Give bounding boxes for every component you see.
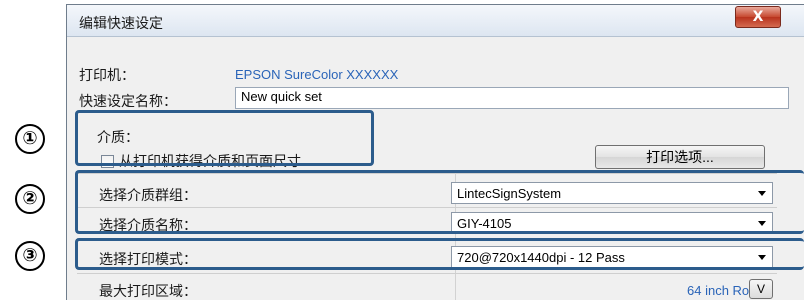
- highlight-box-1: [75, 110, 374, 166]
- highlight-box-3: [75, 238, 804, 270]
- quick-set-name-label: 快速设定名称：: [79, 93, 177, 109]
- max-print-area-expand-button[interactable]: V: [749, 279, 773, 299]
- max-print-area-value: 64 inch Roll: [687, 283, 755, 298]
- row-divider: [77, 273, 777, 274]
- dialog-title: 编辑快速设定: [79, 15, 163, 31]
- printer-label: 打印机：: [79, 67, 135, 83]
- callout-3: ③: [15, 241, 45, 271]
- callout-2: ②: [15, 184, 45, 214]
- close-button[interactable]: X: [735, 6, 781, 28]
- printer-value: EPSON SureColor XXXXXX: [235, 67, 399, 82]
- highlight-box-2: [75, 170, 804, 234]
- quick-set-name-input[interactable]: New quick set: [235, 87, 789, 109]
- max-print-area-label: 最大打印区域：: [99, 283, 197, 299]
- print-options-button[interactable]: 打印选项...: [595, 145, 765, 169]
- close-icon: X: [752, 9, 764, 25]
- callout-1: ①: [15, 124, 45, 154]
- title-bar: 编辑快速设定 X: [67, 5, 804, 37]
